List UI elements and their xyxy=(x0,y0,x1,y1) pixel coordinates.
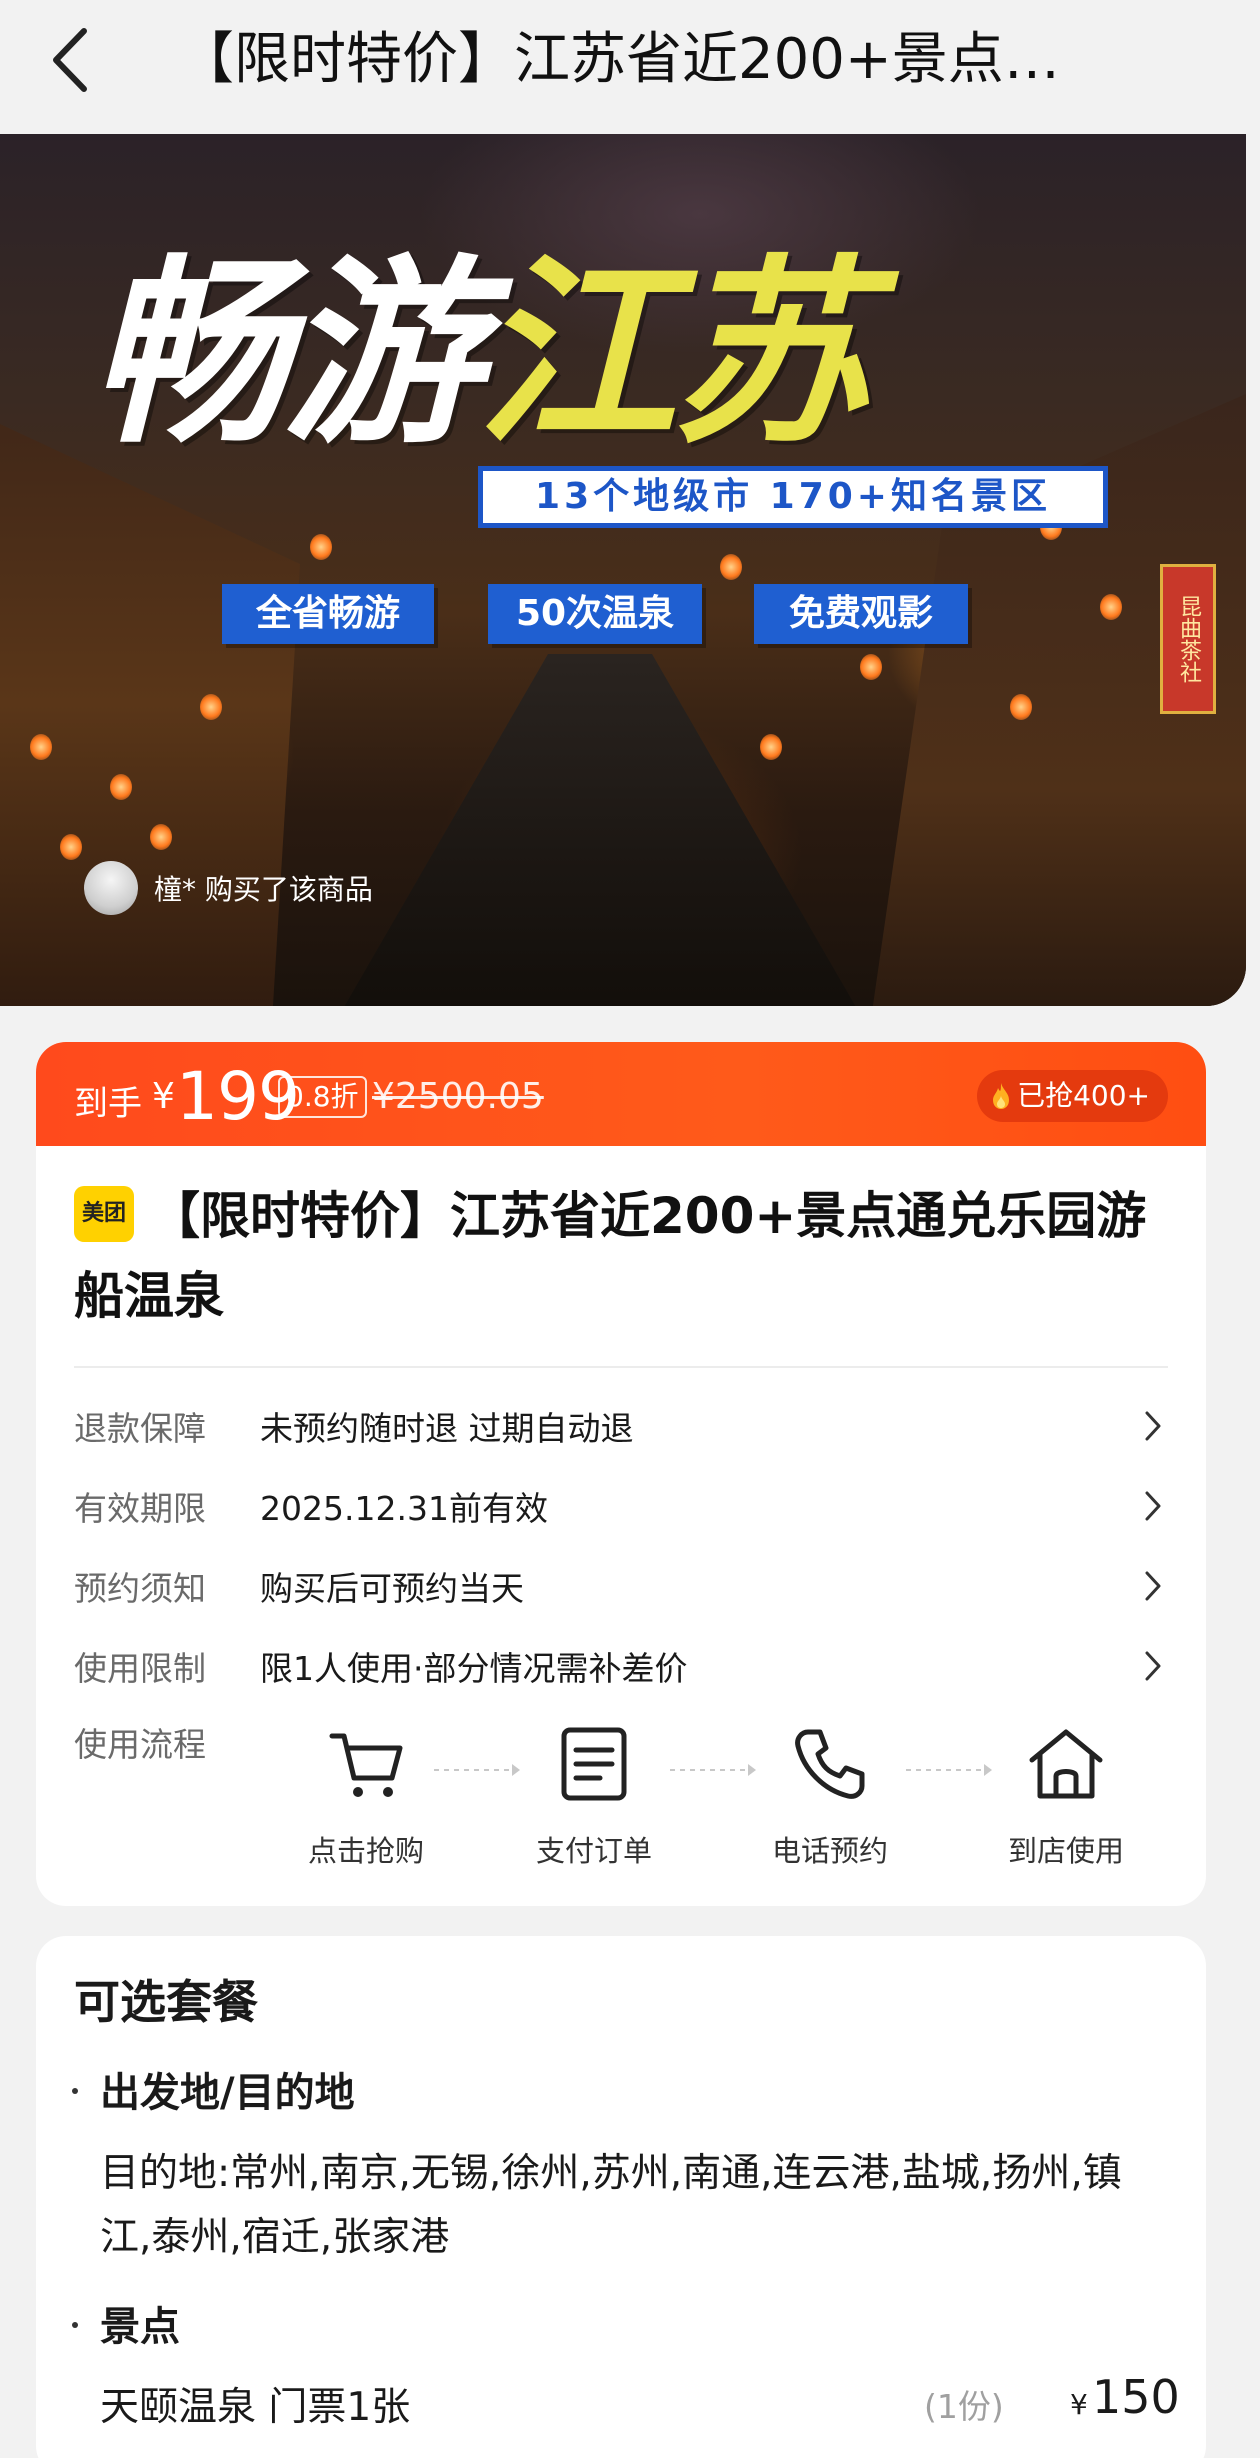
hero-pill: 全省畅游 xyxy=(222,584,434,644)
flow-step-visit: 到店使用 xyxy=(976,1724,1156,1874)
page-title: 【限时特价】江苏省近200+景点通兑乐园游船温泉 xyxy=(178,27,1098,92)
flow-step-buy: 点击抢购 xyxy=(276,1724,456,1874)
hero-banner-image[interactable]: 畅游江苏 13个地级市 170+知名景区 全省畅游 50次温泉 免费观影 昆曲茶… xyxy=(0,134,1246,1006)
flow-step-label: 点击抢购 xyxy=(307,1834,424,1868)
sold-count-badge: 已抢400+ xyxy=(977,1070,1168,1122)
info-row-booking[interactable]: 预约须知 购买后可预约当天 xyxy=(74,1556,1168,1616)
section-attractions: 景点 xyxy=(100,2304,180,2350)
cart-icon xyxy=(329,1733,403,1797)
chevron-right-icon xyxy=(1138,1406,1168,1446)
package-heading: 可选套餐 xyxy=(74,1975,258,2029)
package-item-currency: ¥ xyxy=(1070,2388,1088,2421)
divider xyxy=(74,1366,1168,1368)
info-value: 2025.12.31前有效 xyxy=(260,1489,548,1528)
chevron-right-icon xyxy=(1138,1646,1168,1686)
package-item-qty: (1份) xyxy=(924,2387,1004,2426)
info-value: 未预约随时退 过期自动退 xyxy=(260,1409,634,1448)
phone-icon xyxy=(795,1729,865,1799)
original-price: ¥2500.05 xyxy=(372,1076,544,1117)
home-icon xyxy=(1029,1729,1103,1799)
document-icon xyxy=(561,1727,627,1801)
chevron-left-icon xyxy=(53,28,87,92)
hero-shop-sign: 昆曲茶社 xyxy=(1160,564,1216,714)
hero-sub-banner: 13个地级市 170+知名景区 xyxy=(478,466,1108,528)
chevron-right-icon xyxy=(1138,1486,1168,1526)
product-title: 【限时特价】江苏省近200+景点通兑乐园游船温泉 xyxy=(74,1187,1147,1325)
price-label: 到手 xyxy=(74,1084,142,1124)
flow-step-pay: 支付订单 xyxy=(504,1724,684,1874)
info-value: 限1人使用·部分情况需补差价 xyxy=(260,1649,688,1688)
package-options-card: 可选套餐 出发地/目的地 目的地:常州,南京,无锡,徐州,苏州,南通,连云港,盐… xyxy=(36,1936,1206,2458)
section-origin-destination: 出发地/目的地 xyxy=(100,2070,355,2116)
recent-buyer-text: 橦* 购买了该商品 xyxy=(154,873,373,906)
flow-step-label: 电话预约 xyxy=(771,1834,888,1868)
flow-step-label: 到店使用 xyxy=(1007,1834,1124,1868)
chevron-right-icon xyxy=(1138,1566,1168,1606)
info-key: 有效期限 xyxy=(74,1489,206,1528)
flow-step-label: 支付订单 xyxy=(535,1834,652,1868)
recent-buyer-notice: 橦* 购买了该商品 xyxy=(84,856,373,920)
info-key: 预约须知 xyxy=(74,1569,206,1608)
package-item-name[interactable]: 天颐温泉 门票1张 xyxy=(100,2376,410,2432)
hero-pill: 免费观影 xyxy=(754,584,968,644)
avatar xyxy=(84,861,138,915)
product-card: 到手 ¥ 199 0.8折 ¥2500.05 已抢400+ 美团 【限时特价】江… xyxy=(36,1042,1206,1906)
info-key: 退款保障 xyxy=(74,1409,206,1448)
hero-headline: 畅游江苏 xyxy=(88,236,870,471)
price-currency: ¥ xyxy=(152,1076,175,1117)
bullet-dot xyxy=(72,2322,78,2328)
bullet-dot xyxy=(72,2088,78,2094)
destination-list: 目的地:常州,南京,无锡,徐州,苏州,南通,连云港,盐城,扬州,镇江,泰州,宿迁… xyxy=(100,2151,1122,2260)
package-item-price: 150 xyxy=(1092,2370,1180,2424)
info-row-limits[interactable]: 使用限制 限1人使用·部分情况需补差价 xyxy=(74,1636,1168,1696)
flow-step-call: 电话预约 xyxy=(740,1724,920,1874)
flame-icon xyxy=(993,1083,1010,1109)
top-nav-bar: 【限时特价】江苏省近200+景点通兑乐园游船温泉 xyxy=(0,0,1260,134)
info-row-refund[interactable]: 退款保障 未预约随时退 过期自动退 xyxy=(74,1396,1168,1456)
discount-badge: 0.8折 xyxy=(278,1076,367,1118)
info-value: 购买后可预约当天 xyxy=(260,1569,524,1608)
info-row-validity[interactable]: 有效期限 2025.12.31前有效 xyxy=(74,1476,1168,1536)
usage-flow-label: 使用流程 xyxy=(74,1725,206,1764)
price-bar: 到手 ¥ 199 0.8折 ¥2500.05 已抢400+ xyxy=(36,1042,1206,1146)
back-button[interactable] xyxy=(40,22,100,98)
sold-count-text: 已抢400+ xyxy=(1017,1079,1150,1112)
hero-pill: 50次温泉 xyxy=(488,584,702,644)
info-key: 使用限制 xyxy=(74,1649,206,1688)
